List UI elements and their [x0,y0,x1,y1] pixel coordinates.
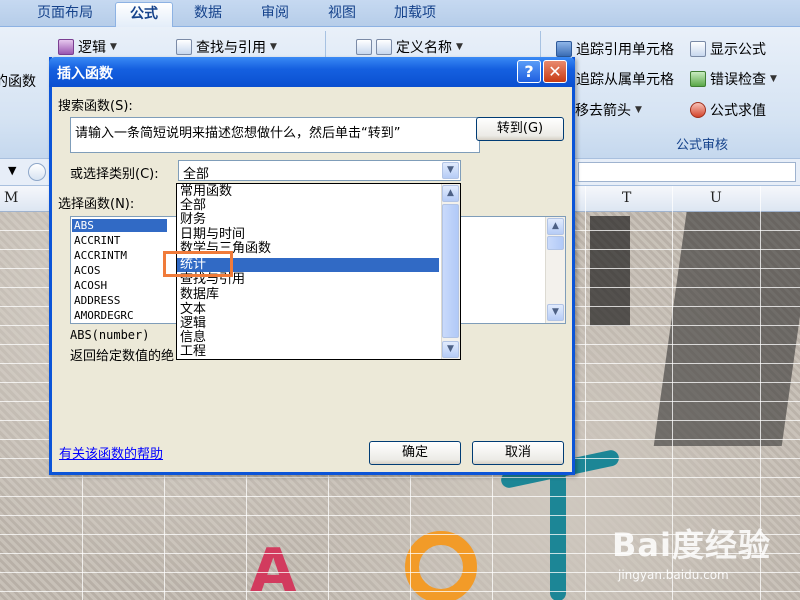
show-formulas-icon [690,41,706,57]
dialog-title-bar[interactable]: 插入函数 ? ✕ [49,57,575,87]
define-name-label: 定义名称 [396,40,452,56]
baidu-watermark-logo: Bai度经验 [612,526,771,564]
list-item[interactable]: ACOSH [74,279,107,292]
logic-label: 逻辑 [78,40,106,56]
trace-precedents-icon [556,41,572,57]
logic-icon [58,39,74,55]
list-item[interactable]: ACCRINTM [74,249,127,262]
chevron-down-icon[interactable]: ▼ [442,341,459,358]
lookup-label: 查找与引用 [196,40,266,56]
function-signature: ABS(number) [70,328,150,342]
chevron-down-icon: ▼ [635,105,642,115]
column-header-U[interactable]: U [710,190,722,206]
ok-button[interactable]: 确定 [369,441,461,465]
tab-data[interactable]: 数据 [178,2,238,27]
trace-precedents-button[interactable]: 追踪引用单元格 [556,39,674,59]
select-function-label: 选择函数(N): [58,197,135,212]
close-icon[interactable]: ✕ [543,60,567,83]
scrollbar-thumb[interactable] [547,236,564,250]
formula-input[interactable] [578,162,796,182]
grid-line [0,496,800,497]
painted-letter-T [550,471,566,600]
evaluate-formula-button[interactable]: 公式求值 [690,100,766,120]
function-help-link[interactable]: 有关该函数的帮助 [59,443,163,462]
cancel-formula-icon[interactable] [28,163,46,181]
category-option[interactable]: 工程 [180,345,206,359]
annotation-highlight-box [163,251,233,277]
goto-button[interactable]: 转到(G) [476,117,564,141]
list-item[interactable]: ABS [72,219,167,232]
error-check-button[interactable]: 错误检查 ▼ [690,69,777,89]
trace-precedents-label: 追踪引用单元格 [576,42,674,58]
tab-review[interactable]: 审阅 [245,2,305,27]
painted-letter-O [405,531,477,600]
name-box-dropdown-icon[interactable]: ▼ [8,164,16,177]
chevron-up-icon[interactable]: ▲ [547,218,564,235]
show-formulas-label: 显示公式 [710,42,766,58]
function-list-scrollbar[interactable]: ▲ ▼ [545,217,565,323]
category-option[interactable]: 数据库 [180,288,219,302]
scrollbar-thumb[interactable] [442,204,459,338]
tab-formulas[interactable]: 公式 [115,2,173,27]
list-item[interactable]: ADDRESS [74,294,120,307]
cancel-button[interactable]: 取消 [472,441,564,465]
chevron-down-icon: ▼ [770,74,777,84]
evaluate-formula-icon [690,102,706,118]
error-check-label: 错误检查 [710,72,766,88]
list-item[interactable]: ACCRINT [74,234,120,247]
lookup-icon [176,39,192,55]
background-shadow [653,186,800,446]
grid-line [0,591,800,592]
category-option[interactable]: 逻辑 [180,317,206,331]
grid-line [0,515,800,516]
name-manager-icon [356,39,372,55]
list-item[interactable]: ACOS [74,264,101,277]
trace-dependents-label: 追踪从属单元格 [576,72,674,88]
search-function-input[interactable]: 请输入一条简短说明来描述您想做什么，然后单击“转到” [70,117,480,153]
dialog-title: 插入函数 [57,66,113,82]
category-label: 或选择类别(C): [70,167,159,182]
group-label-formula-auditing: 公式审核 [676,138,729,153]
category-option[interactable]: 财务 [180,213,206,227]
tab-view[interactable]: 视图 [312,2,372,27]
tab-page-layout[interactable]: 页面布局 [20,2,110,27]
category-option[interactable]: 信息 [180,331,206,345]
lookup-button[interactable]: 查找与引用 ▼ [176,37,277,57]
evaluate-formula-label: 公式求值 [710,103,766,119]
category-option[interactable]: 常用函数 [180,185,232,199]
category-value: 全部 [183,167,210,182]
list-item[interactable]: AMORDEGRC [74,309,134,322]
define-name-icon [376,39,392,55]
chevron-down-icon: ▼ [270,42,277,52]
search-function-label: 搜索函数(S): [58,99,133,114]
background-shadow [590,216,630,326]
chevron-up-icon[interactable]: ▲ [442,185,459,202]
column-header-T[interactable]: T [622,190,631,206]
error-check-icon [690,71,706,87]
chevron-down-icon[interactable]: ▼ [547,304,564,321]
category-option[interactable]: 文本 [180,303,206,317]
remove-arrows-button[interactable]: 移去箭头 ▼ [575,100,642,120]
functions-label: 的函数 [0,74,36,90]
chevron-down-icon: ▼ [456,42,463,52]
column-header-M[interactable]: M [4,190,18,206]
grid-line [0,477,800,478]
chevron-down-icon[interactable]: ▼ [442,162,459,179]
remove-arrows-label: 移去箭头 [575,103,631,119]
logic-button[interactable]: 逻辑 ▼ [58,37,117,57]
category-option[interactable]: 日期与时间 [180,228,245,242]
ribbon-tab-bar: 页面布局 公式 数据 审阅 视图 加载项 [0,0,800,27]
function-description: 返回给定数值的绝 [70,349,175,364]
show-formulas-button[interactable]: 显示公式 [690,39,766,59]
define-name-button[interactable]: 定义名称 ▼ [356,37,463,57]
category-option[interactable]: 全部 [180,199,206,213]
chevron-down-icon: ▼ [110,42,117,52]
baidu-watermark-url: jingyan.baidu.com [618,568,729,582]
help-icon[interactable]: ? [517,60,541,83]
functions-button[interactable]: 的函数 [0,71,36,91]
category-select[interactable]: 全部 ▼ [178,160,461,182]
category-list-scrollbar[interactable]: ▲ ▼ [441,184,460,359]
tab-addins[interactable]: 加载项 [380,2,450,27]
